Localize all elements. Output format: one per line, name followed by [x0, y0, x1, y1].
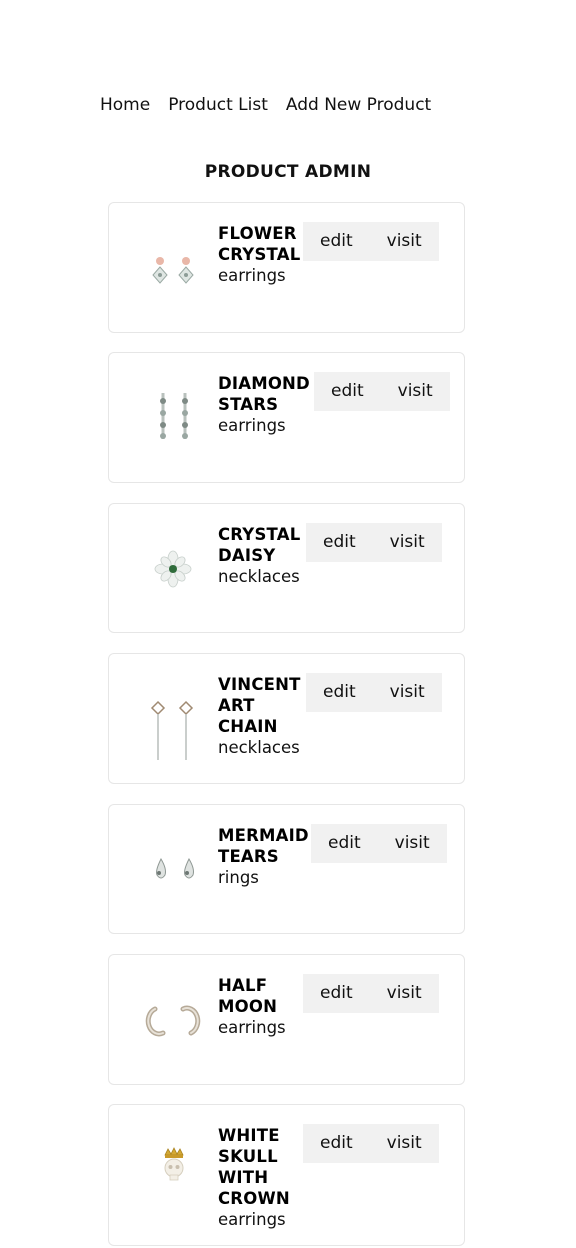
product-info: DIAMOND STARS earrings	[218, 373, 310, 436]
product-category: earrings	[218, 1018, 286, 1037]
product-info: FLOWER CRYSTAL earrings	[218, 223, 300, 286]
product-actions: edit visit	[306, 523, 442, 562]
main-nav: Home Product List Add New Product	[100, 95, 431, 115]
product-card: WHITE SKULL WITH CROWN earrings edit vis…	[108, 1104, 465, 1246]
visit-button[interactable]: visit	[378, 824, 447, 863]
product-name: CRYSTAL DAISY	[218, 525, 301, 565]
vincent-art-chain-necklace-image	[143, 698, 203, 760]
white-skull-crown-earrings-image	[143, 1141, 203, 1201]
product-info: HALF MOON earrings	[218, 975, 286, 1038]
page-title: PRODUCT ADMIN	[204, 162, 372, 182]
diamond-stars-earrings-image	[143, 387, 203, 447]
flower-crystal-earrings-image	[143, 239, 203, 299]
visit-button[interactable]: visit	[370, 1124, 439, 1163]
product-actions: edit visit	[311, 824, 447, 863]
product-actions: edit visit	[303, 974, 439, 1013]
edit-button[interactable]: edit	[303, 974, 370, 1013]
product-name: FLOWER CRYSTAL	[218, 224, 301, 264]
visit-button[interactable]: visit	[370, 974, 439, 1013]
product-name: MERMAID TEARS	[218, 826, 309, 866]
edit-button[interactable]: edit	[303, 222, 370, 261]
edit-button[interactable]: edit	[311, 824, 378, 863]
product-name: WHITE SKULL WITH CROWN	[218, 1126, 290, 1208]
edit-button[interactable]: edit	[306, 673, 373, 712]
product-info: MERMAID TEARS rings	[218, 825, 309, 888]
half-moon-earrings-image	[143, 991, 203, 1051]
product-actions: edit visit	[314, 372, 450, 411]
edit-button[interactable]: edit	[314, 372, 381, 411]
product-card: DIAMOND STARS earrings edit visit	[108, 352, 465, 483]
product-category: earrings	[218, 416, 286, 435]
product-name: HALF MOON	[218, 976, 278, 1016]
visit-button[interactable]: visit	[381, 372, 450, 411]
product-name: VINCENT ART CHAIN	[218, 675, 301, 736]
product-name: DIAMOND STARS	[218, 374, 310, 414]
nav-product-list-link[interactable]: Product List	[168, 95, 268, 115]
product-info: VINCENT ART CHAIN necklaces	[218, 674, 301, 758]
visit-button[interactable]: visit	[373, 523, 442, 562]
product-info: WHITE SKULL WITH CROWN earrings	[218, 1125, 290, 1230]
product-card: HALF MOON earrings edit visit	[108, 954, 465, 1085]
nav-add-new-product-link[interactable]: Add New Product	[286, 95, 431, 115]
crystal-daisy-necklace-image	[143, 539, 203, 599]
product-category: earrings	[218, 1210, 286, 1229]
product-actions: edit visit	[303, 222, 439, 261]
product-info: CRYSTAL DAISY necklaces	[218, 524, 300, 587]
product-category: rings	[218, 868, 259, 887]
visit-button[interactable]: visit	[370, 222, 439, 261]
product-card: VINCENT ART CHAIN necklaces edit visit	[108, 653, 465, 784]
product-card: FLOWER CRYSTAL earrings edit visit	[108, 202, 465, 333]
visit-button[interactable]: visit	[373, 673, 442, 712]
nav-home-link[interactable]: Home	[100, 95, 150, 115]
product-category: necklaces	[218, 738, 300, 757]
product-category: necklaces	[218, 567, 300, 586]
product-actions: edit visit	[303, 1124, 439, 1163]
edit-button[interactable]: edit	[303, 1124, 370, 1163]
product-actions: edit visit	[306, 673, 442, 712]
mermaid-tears-ring-image	[143, 839, 203, 899]
product-category: earrings	[218, 266, 286, 285]
product-card: MERMAID TEARS rings edit visit	[108, 804, 465, 934]
product-card: CRYSTAL DAISY necklaces edit visit	[108, 503, 465, 633]
edit-button[interactable]: edit	[306, 523, 373, 562]
